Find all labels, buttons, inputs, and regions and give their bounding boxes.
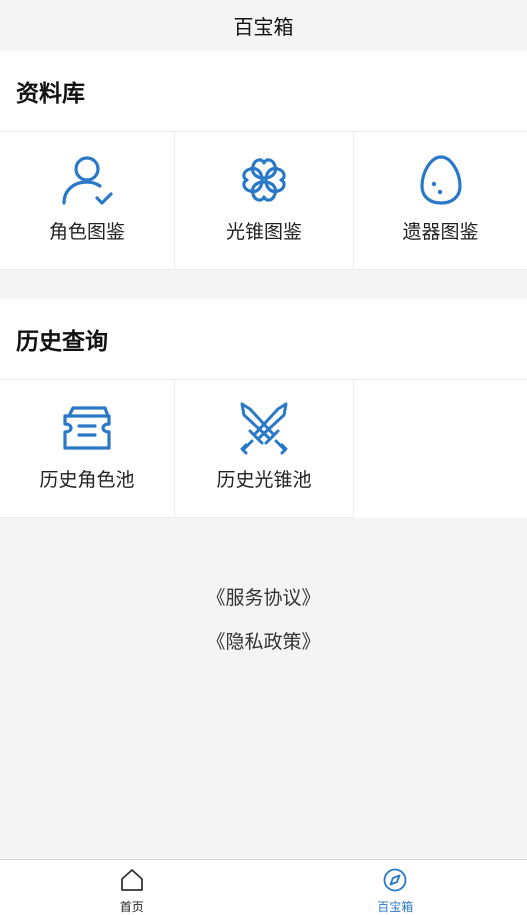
tab-label: 首页 [119,900,144,914]
grid-item-label: 遗器图鉴 [402,221,479,243]
tab-home[interactable]: 首页 [0,860,264,915]
history-grid: 历史角色池 历史光锥池 [0,380,527,518]
section-history: 历史查询 历史角色池 历史光锥池 [0,299,527,518]
library-grid: 角色图鉴 光锥图鉴 遗器图鉴 [0,132,527,270]
section-title-history: 历史查询 [0,299,527,380]
grid-item-label: 历史角色池 [39,469,135,491]
app-root: 百宝箱 资料库 角色图鉴 光锥图鉴 遗器图鉴 历史查询 历史角色池 历史光锥池 … [0,0,527,915]
tab-toolbox[interactable]: 百宝箱 [264,860,527,915]
home-icon [119,868,145,896]
clover-icon [236,152,292,208]
terms-of-service-link[interactable]: 《服务协议》 [0,583,527,627]
grid-item-label: 光锥图鉴 [225,221,302,243]
footer-links: 《服务协议》 《隐私政策》 [0,546,527,671]
grid-item-label: 角色图鉴 [48,221,125,243]
section-title-library: 资料库 [0,51,527,132]
grid-item-character-banner-history[interactable]: 历史角色池 [0,380,175,518]
page-header: 百宝箱 [0,0,527,51]
compass-icon [382,868,408,896]
egg-icon [413,152,469,208]
bottom-tab-bar: 首页 百宝箱 [0,859,527,915]
grid-empty-cell [354,380,527,518]
section-library: 资料库 角色图鉴 光锥图鉴 遗器图鉴 [0,51,527,270]
grid-item-light-cone-banner-history[interactable]: 历史光锥池 [175,380,354,518]
page-title: 百宝箱 [233,15,294,39]
section-divider [0,270,527,299]
privacy-policy-link[interactable]: 《隐私政策》 [0,627,527,671]
grid-item-label: 历史光锥池 [216,469,312,491]
section-divider [0,518,527,546]
crossed-swords-icon [236,400,292,456]
grid-item-light-cone-catalog[interactable]: 光锥图鉴 [175,132,354,270]
ticket-icon [59,400,115,456]
tab-label: 百宝箱 [377,900,414,914]
grid-item-relic-catalog[interactable]: 遗器图鉴 [354,132,527,270]
person-check-icon [59,152,115,208]
grid-item-character-catalog[interactable]: 角色图鉴 [0,132,175,270]
